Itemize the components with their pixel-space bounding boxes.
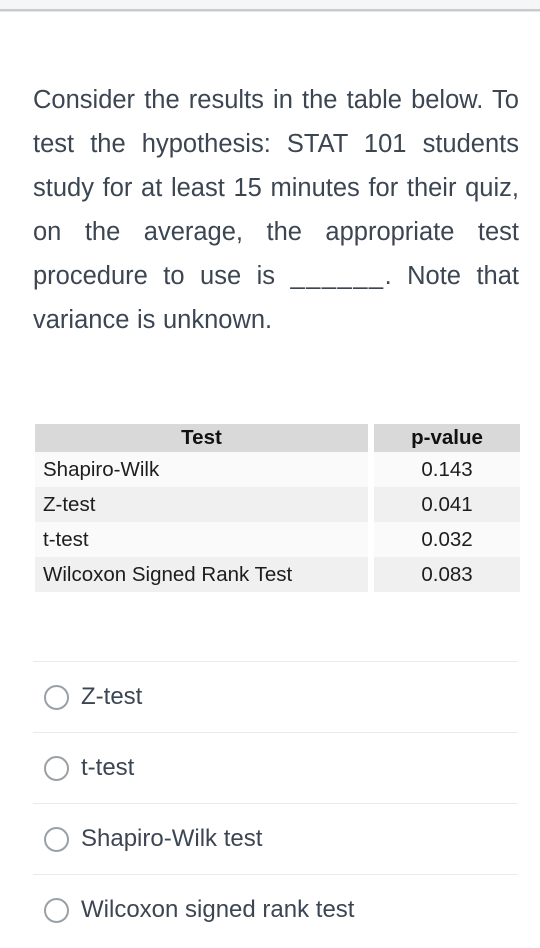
radio-button-icon[interactable] — [44, 755, 69, 781]
cell-p-value: 0.032 — [368, 522, 520, 557]
answer-option-label: Shapiro-Wilk test — [81, 825, 263, 852]
answer-option-label: t-test — [81, 754, 135, 781]
radio-button-icon[interactable] — [44, 684, 69, 710]
column-header-test: Test — [35, 424, 371, 452]
answer-options-list: Z-test t-test Shapiro-Wilk test Wilcoxon… — [0, 661, 540, 945]
radio-button-icon[interactable] — [44, 897, 69, 923]
answer-option-wilcoxon-signed-rank-test[interactable]: Wilcoxon signed rank test — [33, 874, 518, 945]
question-blank: ______ — [290, 262, 385, 290]
answer-option-z-test[interactable]: Z-test — [33, 661, 518, 732]
question-text-before-blank: Consider the results in the table below.… — [33, 86, 519, 290]
cell-test-name: Shapiro-Wilk — [35, 452, 371, 487]
cell-p-value: 0.083 — [368, 557, 520, 592]
table-row: Shapiro-Wilk 0.143 — [35, 452, 520, 487]
results-table: Test p-value Shapiro-Wilk 0.143 Z-test 0… — [35, 424, 520, 592]
cell-p-value: 0.041 — [368, 487, 520, 522]
answer-option-shapiro-wilk-test[interactable]: Shapiro-Wilk test — [33, 803, 518, 874]
window-top-divider-secondary — [0, 11, 540, 12]
table-row: t-test 0.032 — [35, 522, 520, 557]
answer-option-label: Wilcoxon signed rank test — [81, 896, 355, 923]
window-top-strip — [0, 0, 540, 9]
table-body: Shapiro-Wilk 0.143 Z-test 0.041 t-test 0… — [35, 452, 520, 592]
answer-option-label: Z-test — [81, 683, 143, 710]
cell-test-name: Wilcoxon Signed Rank Test — [35, 557, 371, 592]
cell-p-value: 0.143 — [368, 452, 520, 487]
cell-test-name: Z-test — [35, 487, 371, 522]
table-row: Z-test 0.041 — [35, 487, 520, 522]
radio-button-icon[interactable] — [44, 826, 69, 852]
cell-test-name: t-test — [35, 522, 371, 557]
answer-option-t-test[interactable]: t-test — [33, 732, 518, 803]
column-header-p-value: p-value — [368, 424, 520, 452]
table-row: Wilcoxon Signed Rank Test 0.083 — [35, 557, 520, 592]
question-text: Consider the results in the table below.… — [33, 78, 519, 342]
table-header: Test p-value — [35, 424, 520, 452]
table-header-row: Test p-value — [35, 424, 520, 452]
